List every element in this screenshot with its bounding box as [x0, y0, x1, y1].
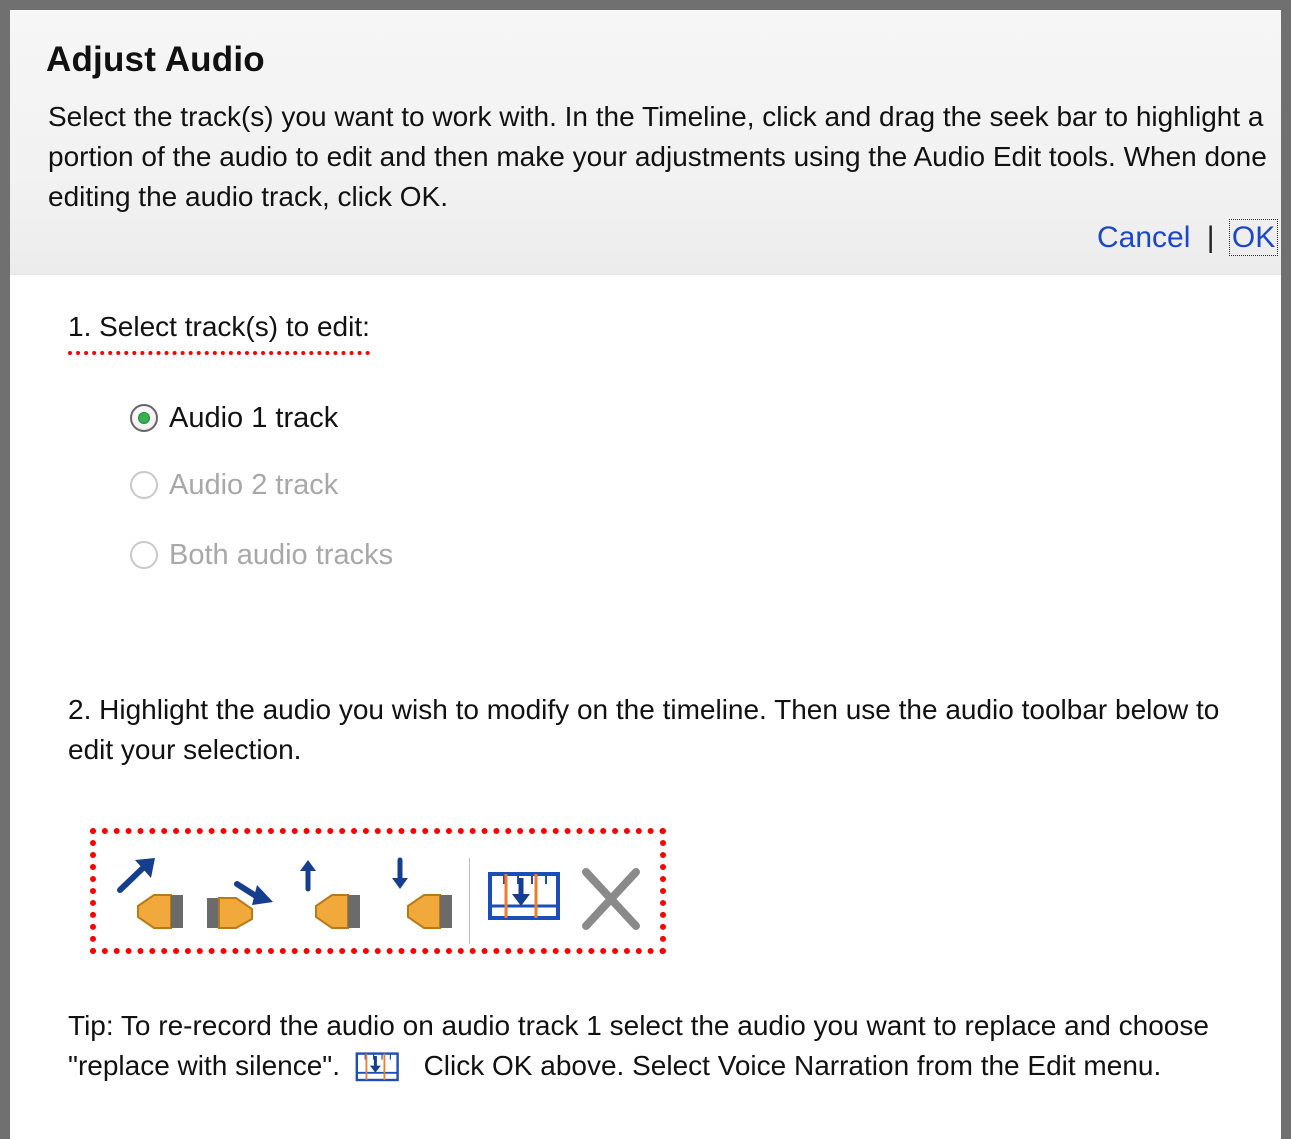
- fade-out-icon: [207, 881, 273, 929]
- radio-button-disabled: [130, 541, 158, 569]
- audio-edit-toolbar: [90, 828, 666, 954]
- page-title: Adjust Audio: [46, 40, 265, 79]
- fade-in-icon: [117, 858, 183, 929]
- cancel-link[interactable]: Cancel: [1097, 221, 1190, 254]
- replace-with-silence-inline-icon: [354, 1050, 404, 1086]
- fade-in-button[interactable]: [114, 856, 194, 938]
- volume-up-button[interactable]: [292, 856, 366, 938]
- radio-label-both-audio-tracks: Both audio tracks: [169, 539, 394, 571]
- volume-down-icon: [392, 857, 452, 929]
- adjust-audio-panel: Adjust Audio Select the track(s) you wan…: [0, 0, 1291, 1139]
- intro-text: Select the track(s) you want to work wit…: [48, 101, 1267, 212]
- radio-label-audio-2-track: Audio 2 track: [169, 469, 339, 501]
- ok-link[interactable]: OK: [1228, 219, 1279, 256]
- fade-out-button[interactable]: [200, 856, 278, 938]
- radio-button[interactable]: [130, 404, 158, 432]
- delete-button[interactable]: [578, 864, 644, 934]
- radio-audio-2-track: Audio 2 track: [130, 465, 630, 505]
- radio-button-disabled: [130, 471, 158, 499]
- replace-with-silence-icon: [488, 872, 560, 920]
- tip-text-after-icon: Click OK above. Select Voice Narration f…: [423, 1050, 1162, 1081]
- radio-audio-1-track[interactable]: Audio 1 track: [130, 398, 630, 438]
- delete-icon: [582, 868, 640, 930]
- radio-selected-indicator: [139, 413, 149, 423]
- action-separator: |: [1206, 221, 1215, 254]
- dialog-actions: Cancel | OK: [1097, 219, 1279, 256]
- step-2-text: 2. Highlight the audio you wish to modif…: [68, 694, 1220, 765]
- toolbar-separator: [469, 858, 470, 944]
- tip-text: Tip: To re-record the audio on audio tra…: [68, 1006, 1268, 1086]
- header: Adjust Audio Select the track(s) you wan…: [10, 10, 1281, 275]
- volume-down-button[interactable]: [384, 856, 458, 938]
- radio-both-audio-tracks: Both audio tracks: [130, 535, 630, 575]
- volume-up-icon: [300, 860, 360, 929]
- radio-label-audio-1-track: Audio 1 track: [169, 402, 339, 434]
- replace-with-silence-button[interactable]: [486, 868, 568, 928]
- step-1-label: 1. Select track(s) to edit:: [68, 310, 370, 355]
